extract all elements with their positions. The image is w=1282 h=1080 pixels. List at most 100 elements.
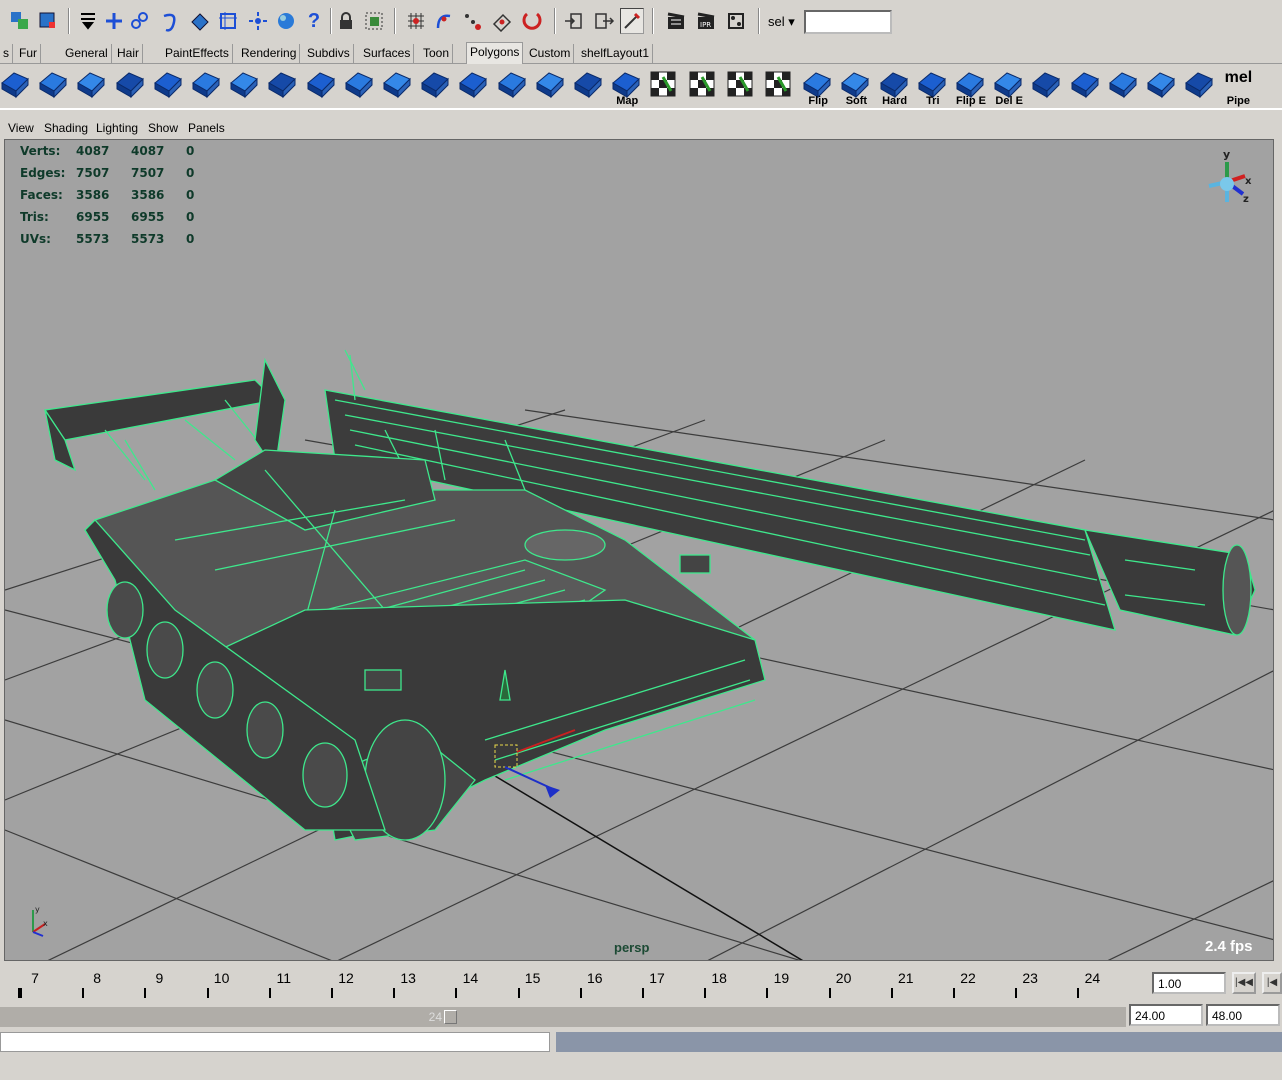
shelf-color-set-icon[interactable] — [1144, 69, 1180, 107]
construction-history-icon[interactable] — [620, 8, 644, 34]
shelf-harden-icon[interactable]: Hard — [877, 69, 913, 107]
shelf-cube-icon[interactable] — [36, 69, 72, 107]
hud-label: Edges: — [20, 166, 66, 180]
command-input[interactable] — [0, 1032, 550, 1052]
frame-tick-label: 20 — [835, 970, 852, 986]
playback-end-field[interactable]: 48.00 — [1206, 1004, 1280, 1026]
shelf-cylinder-icon[interactable] — [74, 69, 110, 107]
ipr-render-icon[interactable]: IPR — [694, 8, 718, 34]
snap-to-grid-icon[interactable] — [404, 8, 428, 34]
output-connections-icon[interactable] — [592, 8, 616, 34]
shelf-tab-polygons[interactable]: Polygons — [466, 42, 524, 64]
svg-text:z: z — [1243, 194, 1249, 205]
shelf-tab-bar: s Fur General Hair PaintEffects Rendering Subd… — [0, 42, 1282, 64]
shelf-flip-edge-icon[interactable]: Flip E — [953, 69, 989, 107]
frame-tick-label: 23 — [1022, 970, 1038, 986]
select-by-object-icon[interactable] — [36, 8, 60, 34]
render-globals-icon[interactable] — [724, 8, 748, 34]
shelf-smooth-icon[interactable] — [418, 69, 454, 107]
command-result — [556, 1032, 1282, 1052]
help-line — [0, 1054, 1282, 1080]
make-live-icon[interactable] — [520, 8, 544, 34]
snap-curve-icon[interactable] — [128, 8, 152, 34]
shelf-chamfer-icon[interactable] — [456, 69, 492, 107]
shelf-sphere-icon[interactable] — [0, 69, 34, 107]
polygons-shelf: Map Flip Soft Hard Tri Flip E Del E mel Pipe — [0, 64, 1282, 110]
current-time-field[interactable]: 1.00 — [1152, 972, 1226, 994]
shelf-flip-icon[interactable]: Flip — [800, 69, 836, 107]
input-connections-icon[interactable] — [562, 8, 586, 34]
lock-icon[interactable] — [334, 8, 358, 34]
shelf-cleanup-checker-icon[interactable] — [1068, 69, 1104, 107]
quick-selection-label[interactable]: sel ▾ — [768, 14, 795, 30]
live-surface-icon[interactable] — [216, 8, 240, 34]
frame-tick-label: 9 — [155, 970, 164, 986]
snap-to-point-icon[interactable] — [460, 8, 484, 34]
snap-to-curve-icon[interactable] — [432, 8, 456, 34]
snap-plane-icon[interactable] — [188, 8, 212, 34]
shelf-tab-surfaces[interactable]: Surfaces — [360, 44, 415, 64]
menu-show[interactable]: Show — [148, 121, 178, 135]
shelf-merge-icon[interactable] — [227, 69, 263, 107]
shelf-tab-hair[interactable]: Hair — [114, 44, 144, 64]
shelf-layout-uv-icon[interactable] — [686, 69, 722, 107]
shelf-tab-subdivs[interactable]: Subdivs — [304, 44, 354, 64]
frame-tick — [1077, 988, 1080, 998]
snap-point-icon[interactable] — [158, 8, 182, 34]
shelf-split-poly-icon[interactable] — [113, 69, 149, 107]
shelf-transfer-checker-icon[interactable] — [1106, 69, 1142, 107]
globe-icon[interactable] — [274, 8, 298, 34]
shelf-cylindrical-icon[interactable] — [571, 69, 607, 107]
snap-to-view-plane-icon[interactable] — [490, 8, 514, 34]
shelf-reduce-icon[interactable] — [1029, 69, 1065, 107]
menu-shading[interactable]: Shading — [44, 121, 88, 135]
menu-set-icon[interactable] — [76, 8, 100, 34]
snap-grid-icon[interactable] — [102, 8, 126, 34]
shelf-poke-icon[interactable] — [380, 69, 416, 107]
shelf-triangulate-icon[interactable]: Tri — [915, 69, 951, 107]
shelf-pipe-icon[interactable]: mel Pipe — [1220, 69, 1256, 107]
shelf-planar-icon[interactable] — [533, 69, 569, 107]
shelf-append-icon[interactable] — [304, 69, 340, 107]
render-current-frame-icon[interactable] — [664, 8, 688, 34]
shelf-tab-fur[interactable]: Fur — [16, 44, 41, 64]
shelf-delete-edge-icon[interactable]: Del E — [991, 69, 1027, 107]
shelf-checker-icon[interactable] — [724, 69, 760, 107]
menu-lighting[interactable]: Lighting — [96, 121, 138, 135]
hud-value: 0 — [186, 210, 195, 224]
range-track[interactable] — [0, 1007, 1126, 1027]
shelf-slide-icon[interactable] — [495, 69, 531, 107]
menu-panels[interactable]: Panels — [188, 121, 225, 135]
range-grip[interactable] — [444, 1010, 457, 1024]
hud-value: 7507 — [76, 166, 110, 180]
menu-view[interactable]: View — [8, 121, 34, 135]
shelf-tab-general[interactable]: General — [62, 44, 112, 64]
view-axis-icon[interactable]: y x z — [1199, 146, 1259, 216]
shelf-tab-painteffects[interactable]: PaintEffects — [162, 44, 233, 64]
history-icon[interactable] — [246, 8, 270, 34]
time-slider[interactable]: 7 8 9 10 11 12 13 14 15 16 17 18 19 20 21 22 23 24 — [0, 962, 1282, 1002]
perspective-viewport[interactable]: Verts: 4087 4087 0 Edges: 7507 7507 0 Faces: 3586… — [4, 139, 1274, 961]
shelf-tab-rendering[interactable]: Rendering — [238, 44, 301, 64]
shelf-bridge-icon[interactable] — [265, 69, 301, 107]
shelf-wedge-icon[interactable] — [342, 69, 378, 107]
step-back-button[interactable]: |◀ — [1262, 972, 1282, 994]
shelf-paint-texture-icon[interactable] — [1182, 69, 1218, 107]
help-icon[interactable]: ? — [302, 8, 326, 34]
quick-selection-field[interactable] — [804, 10, 892, 34]
shelf-extrude-icon[interactable] — [151, 69, 187, 107]
frame-tick — [953, 988, 955, 998]
shelf-tab-shelflayout1[interactable]: shelfLayout1 — [578, 44, 654, 64]
range-end-field[interactable]: 24.00 — [1129, 1004, 1203, 1026]
select-by-hierarchy-icon[interactable] — [8, 8, 32, 34]
go-to-start-button[interactable]: |◀◀ — [1232, 972, 1256, 994]
shelf-tab-toon[interactable]: Toon — [420, 44, 454, 64]
shelf-soften-icon[interactable]: Soft — [838, 69, 874, 107]
shelf-tab-custom[interactable]: Custom — [526, 44, 575, 64]
select-highlight-icon[interactable] — [362, 8, 386, 34]
shelf-uv-editor-icon[interactable] — [647, 69, 683, 107]
shelf-bevel-icon[interactable] — [189, 69, 225, 107]
shelf-automatic-map-icon[interactable]: Map — [609, 69, 645, 107]
shelf-tab-s[interactable]: s — [0, 44, 13, 64]
shelf-snapshot-icon[interactable] — [762, 69, 798, 107]
